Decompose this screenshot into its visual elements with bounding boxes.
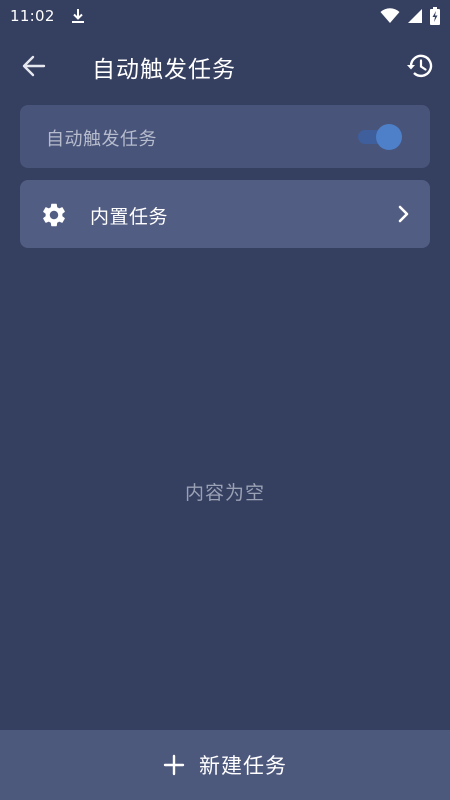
auto-trigger-toggle-card[interactable]: 自动触发任务	[20, 105, 430, 168]
new-task-button[interactable]: 新建任务	[0, 730, 450, 800]
battery-charging-icon	[430, 7, 440, 25]
auto-trigger-switch[interactable]	[358, 123, 404, 151]
builtin-tasks-label: 内置任务	[90, 206, 169, 228]
empty-state-text: 内容为空	[184, 482, 265, 504]
status-bar: 11:02	[0, 0, 450, 32]
download-icon	[71, 9, 84, 23]
status-time: 11:02	[10, 7, 55, 25]
builtin-tasks-item[interactable]: 内置任务	[20, 180, 430, 248]
page-title: 自动触发任务	[92, 57, 236, 83]
gear-icon	[43, 203, 65, 227]
chevron-right-icon	[398, 205, 409, 223]
wifi-icon	[380, 8, 400, 23]
arrow-left-icon	[22, 55, 46, 77]
app-bar: 自动触发任务	[0, 32, 450, 100]
plus-icon	[163, 754, 185, 776]
signal-icon	[408, 9, 422, 23]
status-icons	[380, 7, 440, 25]
back-button[interactable]	[18, 52, 50, 80]
new-task-label: 新建任务	[199, 754, 287, 778]
history-icon	[407, 54, 433, 78]
history-button[interactable]	[404, 51, 436, 81]
screen: 11:02 自动触发任务 自动触发任务 内置任务 内容为空 新建任务	[0, 0, 450, 800]
auto-trigger-label: 自动触发任务	[46, 129, 157, 150]
switch-thumb	[376, 124, 402, 150]
